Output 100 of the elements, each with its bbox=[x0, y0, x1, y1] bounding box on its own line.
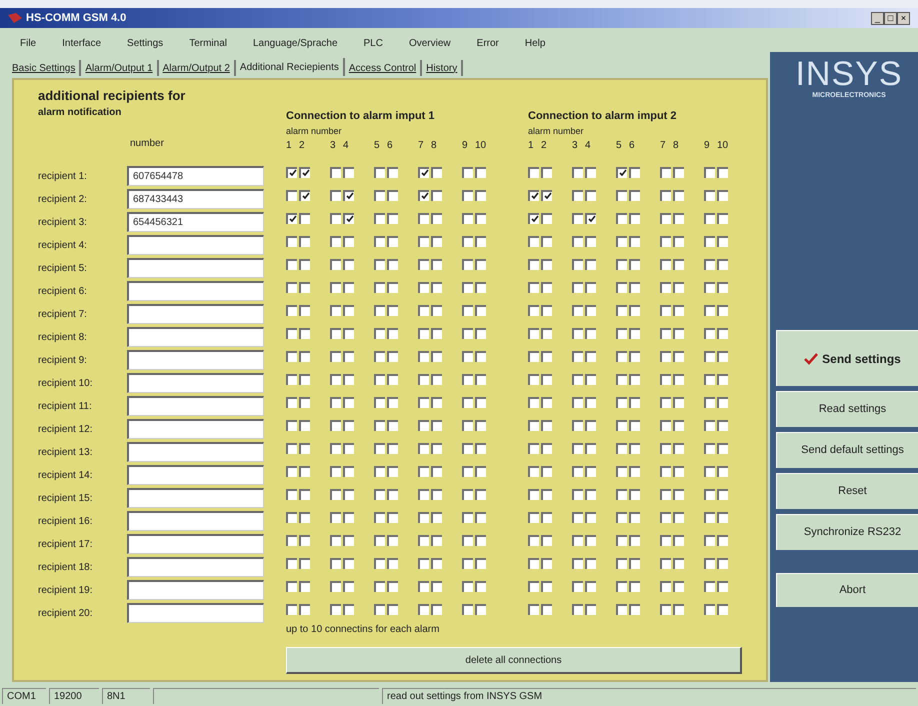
checkbox[interactable] bbox=[717, 396, 728, 408]
checkbox[interactable] bbox=[629, 534, 640, 546]
checkbox[interactable] bbox=[541, 488, 552, 500]
number-field[interactable] bbox=[127, 580, 264, 600]
checkbox[interactable] bbox=[660, 236, 671, 246]
checkbox[interactable] bbox=[673, 512, 684, 522]
checkbox[interactable] bbox=[431, 466, 442, 476]
checkbox[interactable] bbox=[330, 236, 341, 246]
checkbox[interactable] bbox=[299, 488, 310, 500]
checkbox[interactable] bbox=[286, 374, 297, 384]
checkbox[interactable] bbox=[462, 236, 473, 246]
checkbox[interactable] bbox=[418, 236, 429, 246]
checkbox[interactable] bbox=[387, 374, 398, 384]
checkbox[interactable] bbox=[343, 488, 354, 500]
checkbox[interactable] bbox=[387, 420, 398, 430]
checkbox[interactable] bbox=[286, 558, 297, 568]
checkbox[interactable] bbox=[299, 534, 310, 546]
checkbox[interactable] bbox=[629, 374, 640, 384]
checkbox[interactable] bbox=[572, 190, 583, 200]
checkbox[interactable] bbox=[462, 558, 473, 568]
checkbox[interactable] bbox=[528, 466, 539, 476]
checkbox[interactable] bbox=[528, 328, 539, 338]
checkbox[interactable] bbox=[387, 604, 398, 614]
checkbox[interactable] bbox=[418, 350, 429, 362]
checkbox[interactable] bbox=[418, 604, 429, 614]
checkbox[interactable] bbox=[475, 374, 486, 384]
checkbox[interactable] bbox=[629, 190, 640, 200]
checkbox[interactable] bbox=[717, 534, 728, 546]
checkbox[interactable] bbox=[528, 304, 539, 316]
checkbox[interactable] bbox=[374, 374, 385, 384]
checkbox[interactable] bbox=[585, 350, 596, 362]
checkbox[interactable] bbox=[673, 374, 684, 384]
checkbox[interactable] bbox=[660, 304, 671, 316]
checkbox[interactable] bbox=[673, 488, 684, 500]
checkbox[interactable] bbox=[387, 396, 398, 408]
checkbox[interactable] bbox=[431, 166, 442, 178]
number-field[interactable] bbox=[127, 235, 264, 255]
checkbox[interactable] bbox=[418, 328, 429, 338]
checkbox[interactable] bbox=[374, 190, 385, 200]
checkbox[interactable] bbox=[431, 190, 442, 200]
checkbox[interactable] bbox=[431, 396, 442, 408]
checkbox[interactable] bbox=[431, 534, 442, 546]
checkbox[interactable] bbox=[572, 558, 583, 568]
checkbox[interactable] bbox=[299, 442, 310, 454]
checkbox[interactable] bbox=[528, 258, 539, 270]
checkbox[interactable] bbox=[418, 190, 429, 200]
checkbox[interactable] bbox=[462, 190, 473, 200]
checkbox[interactable] bbox=[541, 282, 552, 292]
checkbox[interactable] bbox=[585, 558, 596, 568]
checkbox[interactable] bbox=[528, 374, 539, 384]
checkbox[interactable] bbox=[462, 166, 473, 178]
checkbox[interactable] bbox=[616, 328, 627, 338]
checkbox[interactable] bbox=[462, 580, 473, 592]
checkbox[interactable] bbox=[286, 190, 297, 200]
checkbox[interactable] bbox=[387, 580, 398, 592]
checkbox[interactable] bbox=[330, 466, 341, 476]
checkbox[interactable] bbox=[299, 466, 310, 476]
checkbox[interactable] bbox=[418, 512, 429, 522]
checkbox[interactable] bbox=[673, 350, 684, 362]
checkbox[interactable] bbox=[462, 534, 473, 546]
checkbox[interactable] bbox=[629, 282, 640, 292]
checkbox[interactable] bbox=[616, 350, 627, 362]
checkbox[interactable] bbox=[462, 350, 473, 362]
window-control[interactable]: _ bbox=[871, 12, 884, 24]
checkbox[interactable] bbox=[528, 190, 539, 200]
checkbox[interactable] bbox=[343, 442, 354, 454]
checkbox[interactable] bbox=[585, 466, 596, 476]
checkbox[interactable] bbox=[704, 374, 715, 384]
checkbox[interactable] bbox=[541, 258, 552, 270]
checkbox[interactable] bbox=[616, 580, 627, 592]
checkbox[interactable] bbox=[330, 350, 341, 362]
checkbox[interactable] bbox=[374, 466, 385, 476]
checkbox[interactable] bbox=[418, 466, 429, 476]
checkbox[interactable] bbox=[431, 488, 442, 500]
checkbox[interactable] bbox=[343, 512, 354, 522]
checkbox[interactable] bbox=[374, 580, 385, 592]
checkbox[interactable] bbox=[418, 488, 429, 500]
checkbox[interactable] bbox=[585, 374, 596, 384]
checkbox[interactable] bbox=[616, 190, 627, 200]
checkbox[interactable] bbox=[387, 236, 398, 246]
checkbox[interactable] bbox=[541, 604, 552, 614]
checkbox[interactable] bbox=[528, 212, 539, 224]
checkbox[interactable] bbox=[475, 604, 486, 614]
checkbox[interactable] bbox=[572, 374, 583, 384]
checkbox[interactable] bbox=[629, 236, 640, 246]
checkbox[interactable] bbox=[286, 328, 297, 338]
checkbox[interactable] bbox=[541, 166, 552, 178]
checkbox[interactable] bbox=[475, 328, 486, 338]
checkbox[interactable] bbox=[673, 258, 684, 270]
checkbox[interactable] bbox=[387, 350, 398, 362]
checkbox[interactable] bbox=[572, 604, 583, 614]
number-field[interactable] bbox=[127, 373, 264, 393]
checkbox[interactable] bbox=[374, 512, 385, 522]
checkbox[interactable] bbox=[704, 236, 715, 246]
checkbox[interactable] bbox=[704, 604, 715, 614]
checkbox[interactable] bbox=[418, 396, 429, 408]
checkbox[interactable] bbox=[374, 258, 385, 270]
checkbox[interactable] bbox=[717, 212, 728, 224]
checkbox[interactable] bbox=[704, 350, 715, 362]
checkbox[interactable] bbox=[387, 466, 398, 476]
